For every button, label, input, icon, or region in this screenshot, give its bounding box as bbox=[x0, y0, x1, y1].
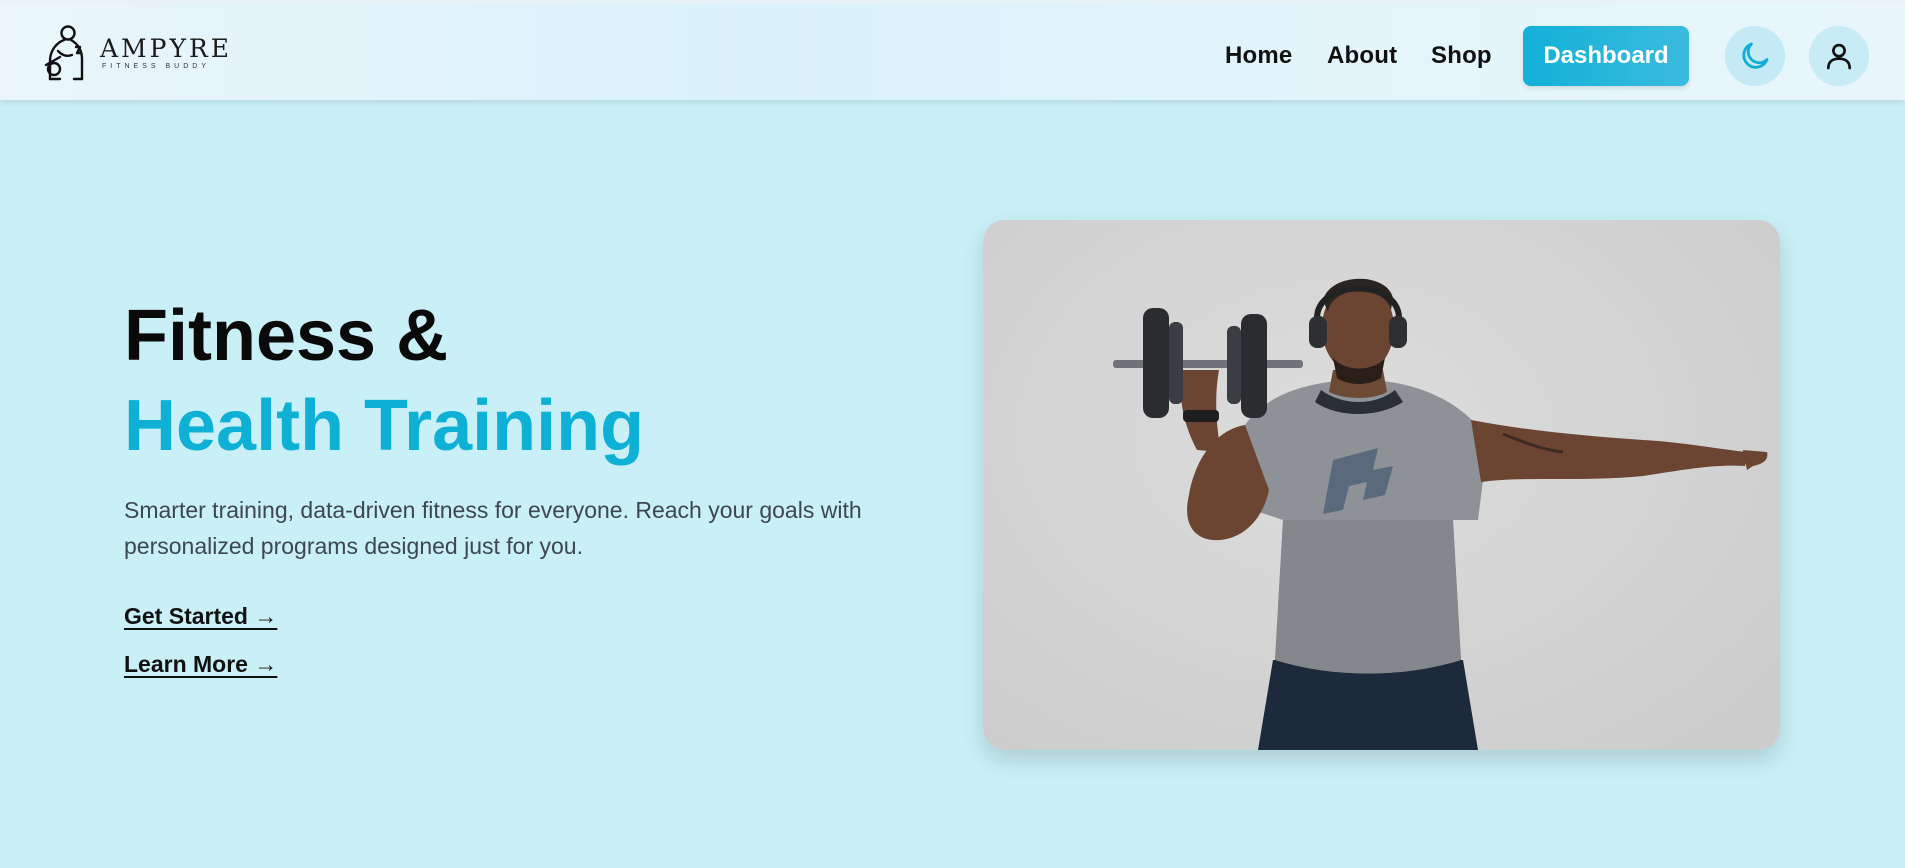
brand-logo[interactable]: AMPYRE FITNESS BUDDY bbox=[38, 22, 232, 84]
profile-button[interactable] bbox=[1809, 26, 1869, 86]
nav-home-link[interactable]: Home bbox=[1225, 42, 1292, 70]
lifter-logo-icon bbox=[44, 25, 84, 81]
nav-shop-link[interactable]: Shop bbox=[1431, 42, 1492, 70]
athlete-dumbbell-illustration bbox=[1113, 278, 1768, 750]
site-header: AMPYRE FITNESS BUDDY Home About Shop Das… bbox=[0, 0, 1905, 100]
hero-image bbox=[983, 220, 1780, 750]
hero-title-line1: Fitness & bbox=[124, 296, 449, 376]
learn-more-link[interactable]: Learn More → bbox=[124, 651, 277, 678]
moon-icon bbox=[1742, 42, 1769, 69]
brand-tagline: FITNESS BUDDY bbox=[102, 63, 211, 70]
theme-toggle-button[interactable] bbox=[1725, 26, 1785, 86]
get-started-link[interactable]: Get Started → bbox=[124, 603, 277, 630]
brand-name: AMPYRE bbox=[100, 34, 233, 63]
user-icon bbox=[1827, 43, 1851, 70]
hero-description: Smarter training, data-driven fitness fo… bbox=[124, 497, 862, 559]
hero-title-line2: Health Training bbox=[124, 386, 645, 466]
nav-about-link[interactable]: About bbox=[1327, 42, 1397, 70]
dashboard-button[interactable]: Dashboard bbox=[1523, 26, 1689, 86]
